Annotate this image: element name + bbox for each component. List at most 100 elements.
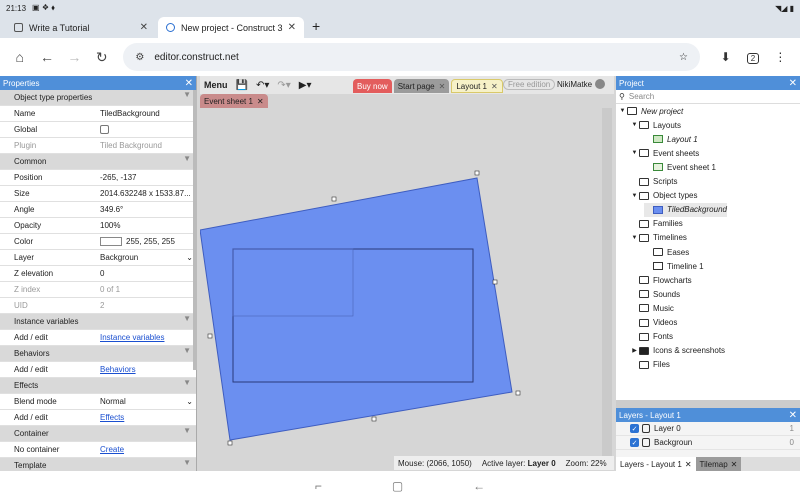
undo-icon[interactable]: ↶▾	[252, 80, 273, 91]
close-icon[interactable]: ✕	[789, 410, 797, 421]
property-group-header[interactable]: Instance variables ▼	[0, 314, 196, 330]
tree-item[interactable]: ▶ Icons & screenshots	[630, 344, 725, 358]
back-nav-icon[interactable]: ←	[473, 479, 485, 493]
color-swatch[interactable]	[100, 237, 122, 246]
layout-canvas[interactable]	[200, 108, 614, 458]
collapse-chevron-icon[interactable]: ▼	[183, 314, 191, 329]
url-field[interactable]: ⚙ editor.construct.net ☆	[123, 43, 700, 71]
close-tab-icon[interactable]: ✕	[288, 22, 296, 33]
canvas-scrollbar[interactable]	[602, 108, 612, 458]
property-select[interactable]: Backgroun ⌄	[100, 253, 196, 262]
home-icon[interactable]: ⌂	[6, 49, 33, 65]
redo-icon[interactable]: ↷▾	[273, 80, 294, 91]
save-icon[interactable]: 💾	[232, 80, 252, 91]
more-menu-icon[interactable]: ⋮	[767, 50, 794, 64]
layer-visible-checkbox[interactable]: ✓	[630, 438, 639, 447]
property-value[interactable]: Backgroun ⌄	[97, 250, 196, 265]
tiled-background-object[interactable]	[200, 177, 513, 441]
forward-icon[interactable]: →	[61, 49, 88, 65]
back-icon[interactable]: ←	[33, 49, 60, 65]
tree-item[interactable]: ▼ Timelines	[630, 231, 687, 245]
close-icon[interactable]: ✕	[491, 82, 498, 91]
property-value[interactable]: Normal ⌄	[97, 394, 196, 409]
property-value[interactable]: 349.6°	[97, 202, 196, 217]
tree-item[interactable]: Scripts	[630, 175, 677, 189]
expand-toggle-icon[interactable]: ▼	[630, 122, 639, 128]
property-value[interactable]	[97, 122, 196, 137]
property-group-header[interactable]: Behaviors ▼	[0, 346, 196, 362]
tree-item[interactable]: Eases	[644, 245, 689, 259]
tree-item[interactable]: ▼ Layouts	[630, 118, 682, 132]
tab-buy-now[interactable]: Buy now	[353, 79, 392, 93]
resize-handle[interactable]	[227, 440, 233, 446]
play-icon[interactable]: ▶▾	[295, 80, 316, 91]
property-select[interactable]: Normal ⌄	[100, 397, 196, 406]
close-tab-icon[interactable]: ✕	[140, 22, 148, 33]
collapse-chevron-icon[interactable]: ▼	[183, 426, 191, 441]
tree-item[interactable]: ▼ Object types	[630, 189, 698, 203]
property-link[interactable]: Create	[100, 445, 124, 454]
tab-count-button[interactable]: 2	[739, 50, 766, 64]
tree-item[interactable]: Flowcharts	[630, 273, 692, 287]
user-account[interactable]: NikiMatke	[557, 79, 606, 89]
property-value[interactable]: Behaviors	[97, 362, 196, 377]
property-group-header[interactable]: Container ▼	[0, 426, 196, 442]
expand-toggle-icon[interactable]: ▼	[630, 235, 639, 241]
close-icon[interactable]: ✕	[789, 78, 797, 89]
browser-tab-tutorial[interactable]: Write a Tutorial ✕	[6, 17, 156, 38]
close-icon[interactable]: ✕	[257, 97, 264, 106]
close-icon[interactable]: ✕	[185, 78, 193, 89]
tree-item[interactable]: Layout 1	[644, 132, 698, 146]
layer-row[interactable]: ✓ Layer 0 1	[616, 422, 800, 436]
tree-item[interactable]: Music	[630, 301, 674, 315]
property-link[interactable]: Behaviors	[100, 365, 136, 374]
tab-layout-1[interactable]: Layout 1 ✕	[451, 79, 503, 93]
layer-visible-checkbox[interactable]: ✓	[630, 424, 639, 433]
reload-icon[interactable]: ↻	[88, 49, 115, 66]
tab-tilemap[interactable]: Tilemap ✕	[695, 457, 742, 471]
tree-item[interactable]: Event sheet 1	[644, 160, 716, 174]
lock-icon[interactable]	[642, 424, 650, 433]
resize-handle[interactable]	[492, 279, 498, 285]
expand-toggle-icon[interactable]: ▼	[618, 108, 627, 114]
tree-item[interactable]: Families	[630, 217, 683, 231]
browser-tab-construct[interactable]: New project - Construct 3 ✕	[158, 17, 304, 38]
tree-item[interactable]: ▼ New project	[618, 104, 684, 118]
tree-item[interactable]: Videos	[630, 316, 677, 330]
property-value[interactable]: 0	[97, 266, 196, 281]
collapse-chevron-icon[interactable]: ▼	[183, 90, 191, 105]
tab-layers[interactable]: Layers - Layout 1 ✕	[616, 457, 696, 471]
menu-button[interactable]: Menu	[200, 80, 232, 90]
close-icon[interactable]: ✕	[685, 460, 692, 469]
close-icon[interactable]: ✕	[439, 82, 446, 91]
tab-start-page[interactable]: Start page ✕	[393, 79, 450, 93]
property-link[interactable]: Instance variables	[100, 333, 164, 342]
close-icon[interactable]: ✕	[731, 460, 738, 469]
properties-scrollbar[interactable]	[193, 90, 197, 370]
property-value[interactable]: 255, 255, 255	[97, 234, 196, 249]
property-value[interactable]: 100%	[97, 218, 196, 233]
global-checkbox[interactable]	[100, 125, 109, 134]
expand-toggle-icon[interactable]: ▼	[630, 150, 639, 156]
tree-item[interactable]: ▼ Event sheets	[630, 146, 700, 160]
property-value[interactable]: Instance variables	[97, 330, 196, 345]
site-settings-icon[interactable]: ⚙	[135, 52, 144, 63]
property-group-header[interactable]: Effects ▼	[0, 378, 196, 394]
resize-handle[interactable]	[371, 416, 377, 422]
recents-icon[interactable]: ⌐	[315, 479, 322, 493]
property-link[interactable]: Effects	[100, 413, 124, 422]
property-group-header[interactable]: Common ▼	[0, 154, 196, 170]
home-nav-icon[interactable]: ▢	[392, 479, 403, 493]
resize-handle[interactable]	[474, 170, 480, 176]
panel-divider[interactable]	[616, 400, 800, 408]
tab-event-sheet-1[interactable]: Event sheet 1 ✕	[200, 94, 268, 108]
project-search-input[interactable]: ⚲ Search	[616, 90, 800, 104]
property-value[interactable]: Create	[97, 442, 196, 457]
tree-item[interactable]: Fonts	[630, 330, 673, 344]
resize-handle[interactable]	[515, 390, 521, 396]
expand-toggle-icon[interactable]: ▶	[630, 347, 639, 354]
collapse-chevron-icon[interactable]: ▼	[183, 346, 191, 361]
layer-row[interactable]: ✓ Backgroun 0	[616, 436, 800, 450]
tree-item[interactable]: Timeline 1	[644, 259, 704, 273]
property-value[interactable]: Effects	[97, 410, 196, 425]
